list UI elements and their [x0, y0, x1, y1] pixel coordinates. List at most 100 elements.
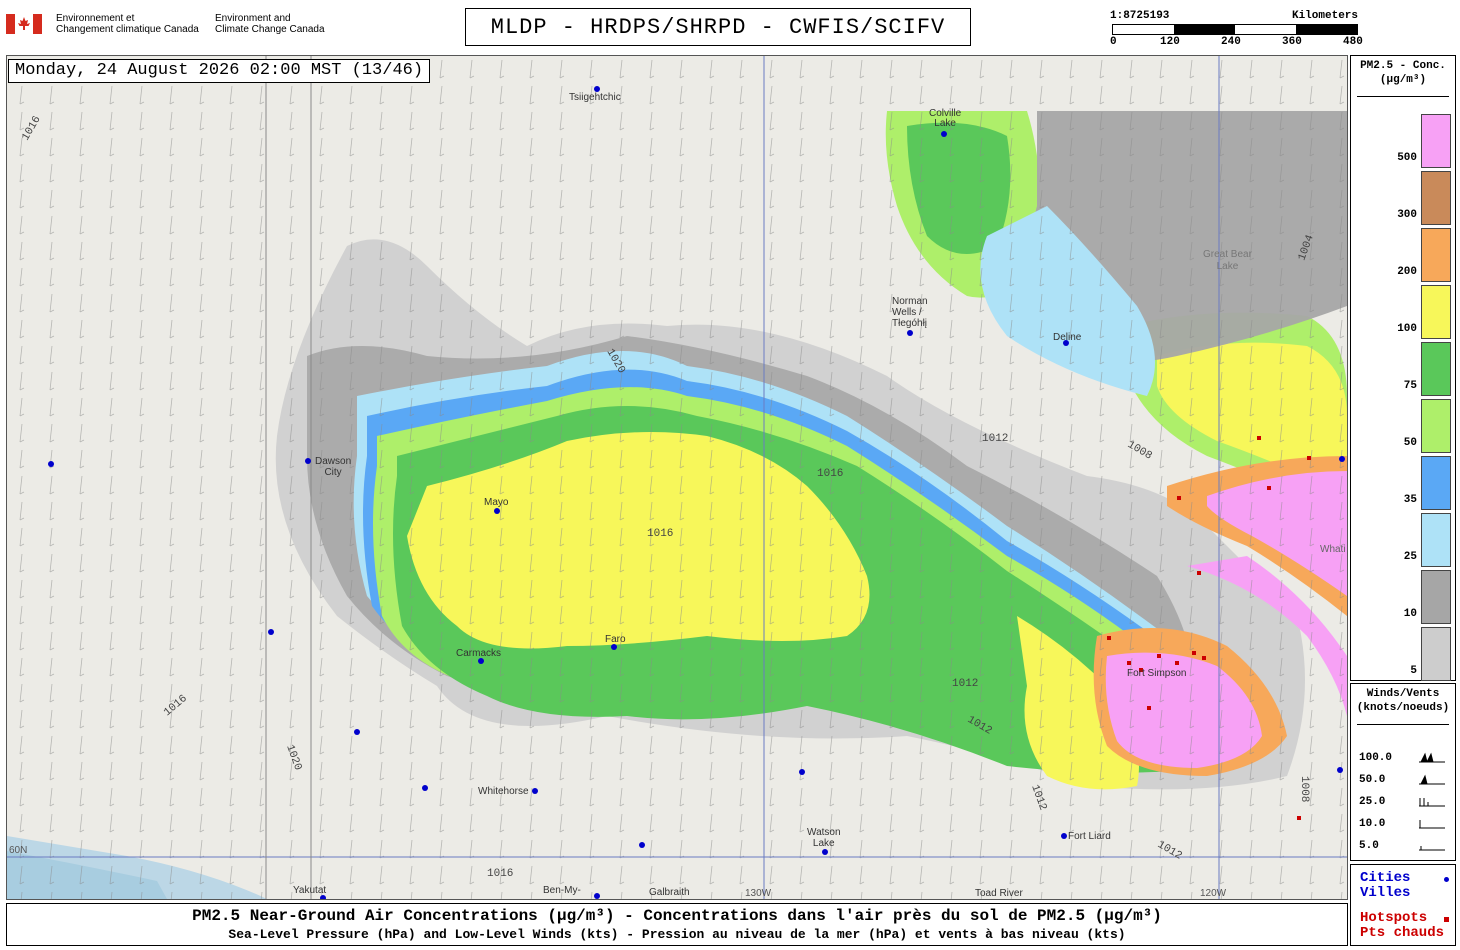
pm25-swatch [1421, 171, 1451, 225]
pm25-swatch [1421, 570, 1451, 624]
pm25-bin-label: 25 [1403, 551, 1417, 563]
place-label: Galbraith [649, 887, 690, 898]
pm25-swatch [1421, 114, 1451, 168]
map-caption: PM2.5 Near-Ground Air Concentrations (µg… [6, 903, 1348, 946]
place-label: Watson Lake [807, 827, 841, 849]
place-label: Mayo [484, 497, 509, 508]
isobar-label: 1012 [982, 433, 1008, 445]
place-label: Whitehorse [478, 786, 529, 797]
pm25-swatch [1421, 399, 1451, 453]
place-label: Norman Wells / Tłegóhłį [892, 296, 928, 329]
pm25-legend: PM2.5 - Conc. (µg/m³) 500 300 200 100 75 50 35… [1350, 55, 1456, 681]
wind-barb-5-icon [1419, 846, 1445, 851]
place-label: Toad River [975, 888, 1023, 899]
city-marker [639, 842, 645, 848]
wind-legend-title: Winds/Vents (knots/noeuds) [1356, 688, 1450, 714]
place-label: Tsiigehtchic [569, 92, 621, 103]
pm25-swatch [1421, 456, 1451, 510]
pm25-swatch [1421, 228, 1451, 282]
wind-speed-label: 50.0 [1359, 774, 1386, 786]
org-name-en: Environment and Climate Change Canada [215, 13, 325, 35]
scale-tick: 0 [1110, 36, 1117, 48]
pm25-swatch [1421, 342, 1451, 396]
wind-speed-label: 100.0 [1359, 752, 1393, 764]
lake-label: Great Bear Lake [1203, 249, 1252, 272]
place-label: Dawson City [315, 456, 352, 478]
city-marker [268, 629, 274, 635]
isobar-label: 1016 [817, 468, 843, 480]
city-marker [48, 461, 54, 467]
pm25-bin-label: 5 [1410, 665, 1417, 677]
pm25-swatch [1421, 285, 1451, 339]
scale-tick: 120 [1160, 36, 1180, 48]
scale-tick: 240 [1221, 36, 1241, 48]
wind-speed-label: 5.0 [1359, 840, 1379, 852]
symbol-legend: Cities Villes Hotspots Pts chauds [1350, 864, 1456, 946]
city-marker [1061, 833, 1067, 839]
scale-tick: 360 [1282, 36, 1302, 48]
city-dot-icon [1444, 877, 1449, 882]
city-marker [799, 769, 805, 775]
place-label: Ben-My- [543, 885, 581, 896]
pm25-swatch [1421, 513, 1451, 567]
scale-unit: Kilometers [1291, 10, 1358, 22]
isobar-label: 1016 [487, 868, 513, 880]
city-marker [1337, 767, 1343, 773]
map-panel[interactable]: 1016 1020 1016 1016 1012 1008 1012 1012 … [6, 55, 1348, 900]
pm25-bin-label: 50 [1403, 437, 1417, 449]
canada-flag-icon [6, 14, 42, 34]
place-label: Yakutat [293, 885, 327, 896]
pm25-legend-title: PM2.5 - Conc. (µg/m³) [1360, 60, 1446, 86]
place-label: Whati [1320, 544, 1346, 555]
wind-barb-10-icon [1419, 820, 1445, 829]
graticule-label: 130W [745, 888, 772, 899]
valid-datetime: Monday, 24 August 2026 02:00 MST (13/46) [8, 59, 431, 83]
scale-tick: 480 [1343, 36, 1363, 48]
scale-bar-graphic [1112, 24, 1358, 35]
city-marker [305, 458, 311, 464]
city-marker [907, 330, 913, 336]
wind-speed-label: 25.0 [1359, 796, 1386, 808]
wind-barb-50-icon [1419, 774, 1445, 785]
cities-label-fr: Villes [1360, 885, 1411, 901]
pm25-bin-label: 75 [1403, 380, 1417, 392]
wind-legend: Winds/Vents (knots/noeuds) 100.0 50.0 25… [1350, 683, 1456, 861]
pm25-bin-label: 300 [1397, 209, 1417, 221]
city-marker [422, 785, 428, 791]
graticule-label: 120W [1200, 888, 1227, 899]
isobar-label: 1008 [1298, 776, 1310, 802]
wind-barb-25-icon [1419, 798, 1445, 807]
wind-barb-field [7, 56, 1347, 899]
wind-barb-100-icon [1419, 752, 1445, 763]
pm25-bin-label: 500 [1397, 152, 1417, 164]
pm25-bin-label: 35 [1403, 494, 1417, 506]
pm25-bin-label: 10 [1403, 608, 1417, 620]
scale-ratio: 1:8725193 [1110, 10, 1170, 22]
isobar-label: 1012 [952, 678, 978, 690]
cities-label: Cities Villes [1360, 871, 1410, 901]
hotspots-label: Hotspots Pts chauds [1360, 911, 1444, 941]
graticule-label: 60N [9, 845, 27, 856]
city-marker [494, 508, 500, 514]
scale-bar: 1:8725193 Kilometers 0 120 240 360 480 [1110, 10, 1363, 50]
city-marker [354, 729, 360, 735]
isobar-label: 1016 [647, 528, 673, 540]
caption-line-1: PM2.5 Near-Ground Air Concentrations (µg… [192, 907, 1162, 925]
place-label: Fort Liard [1068, 831, 1111, 842]
caption-line-2: Sea-Level Pressure (hPa) and Low-Level W… [228, 927, 1126, 942]
city-marker [822, 849, 828, 855]
place-label: Carmacks [456, 648, 502, 659]
product-title: MLDP - HRDPS/SHRPD - CWFIS/SCIFV [465, 8, 971, 46]
city-marker [532, 788, 538, 794]
pm25-swatch [1421, 627, 1451, 681]
eccc-logo: Environnement et Changement climatique C… [6, 12, 326, 40]
city-marker [594, 893, 600, 899]
pm25-bin-label: 200 [1397, 266, 1417, 278]
city-marker [941, 131, 947, 137]
pm25-bin-label: 100 [1397, 323, 1417, 335]
cities-label-en: Cities [1360, 870, 1411, 886]
place-label: Fort Simpson [1127, 668, 1187, 679]
place-label: Deline [1053, 332, 1082, 343]
map-canvas[interactable]: 1016 1020 1016 1016 1012 1008 1012 1012 … [7, 56, 1347, 899]
city-marker [1339, 456, 1345, 462]
